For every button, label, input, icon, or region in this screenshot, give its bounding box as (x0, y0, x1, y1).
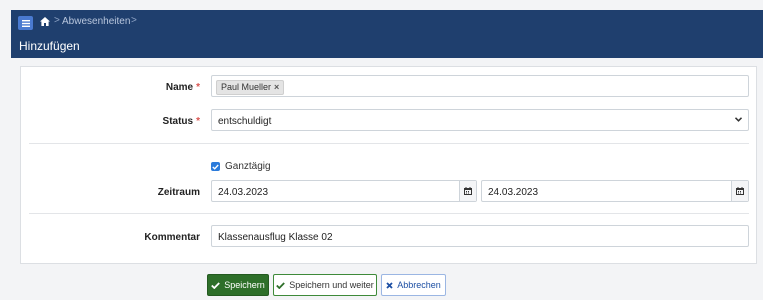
divider (29, 143, 749, 144)
page-title: Hinzufügen (19, 39, 80, 53)
cancel-button[interactable]: Abbrechen (381, 274, 446, 296)
status-value: entschuldigt (218, 116, 272, 127)
comment-label: Kommentar (144, 232, 200, 243)
breadcrumb-separator: > (131, 15, 137, 26)
save-button[interactable]: Speichern (207, 274, 269, 296)
chevron-down-icon (735, 117, 742, 122)
name-label-text: Name (165, 82, 194, 93)
app-header: > Abwesenheiten > Hinzufügen (11, 10, 763, 58)
period-label: Zeitraum (157, 187, 200, 198)
calendar-icon (464, 187, 472, 195)
name-label: Name * (166, 82, 200, 93)
date-to-input[interactable]: 24.03.2023 (481, 180, 749, 202)
save-and-continue-label: Speichern und weiter (289, 280, 374, 290)
breadcrumb-separator: > (54, 15, 60, 26)
close-icon (386, 281, 393, 289)
required-marker: * (196, 116, 200, 127)
form-panel: Name * Paul Mueller × Status * entschuldigt… (20, 66, 757, 264)
tag-remove-icon[interactable]: × (274, 82, 279, 92)
required-marker: * (196, 82, 200, 93)
status-select[interactable]: entschuldigt (211, 109, 749, 131)
check-icon (211, 281, 221, 289)
menu-toggle-button[interactable] (18, 16, 33, 30)
save-button-label: Speichern (224, 280, 265, 290)
status-label: Status * (163, 116, 200, 127)
cancel-button-label: Abbrechen (397, 280, 441, 290)
date-to-value: 24.03.2023 (488, 187, 539, 198)
save-and-continue-button[interactable]: Speichern und weiter (273, 274, 377, 296)
date-from-calendar-button[interactable] (459, 181, 476, 201)
all-day-label[interactable]: Ganztägig (225, 161, 271, 172)
check-icon (276, 281, 286, 289)
all-day-checkbox[interactable] (211, 162, 220, 171)
home-icon[interactable] (40, 17, 50, 26)
breadcrumb-current[interactable]: Abwesenheiten (62, 16, 130, 27)
name-tag-label: Paul Mueller (221, 82, 272, 92)
check-icon (212, 164, 219, 170)
divider (29, 213, 749, 214)
calendar-icon (736, 187, 744, 195)
status-label-text: Status (162, 116, 194, 127)
hamburger-menu-icon (21, 19, 30, 27)
name-select-field[interactable]: Paul Mueller × (211, 75, 749, 97)
date-from-input[interactable]: 24.03.2023 (211, 180, 477, 202)
comment-value: Klassenausflug Klasse 02 (218, 232, 333, 243)
name-tag: Paul Mueller × (216, 80, 285, 95)
comment-input[interactable]: Klassenausflug Klasse 02 (211, 225, 749, 247)
date-to-calendar-button[interactable] (731, 181, 748, 201)
date-from-value: 24.03.2023 (218, 187, 269, 198)
